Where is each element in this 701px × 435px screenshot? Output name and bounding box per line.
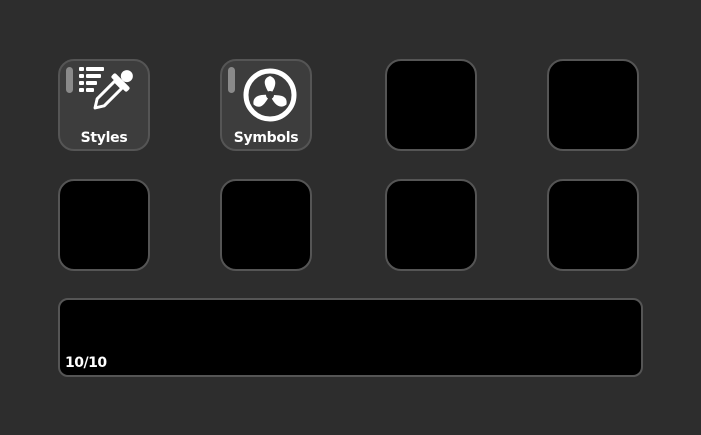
page-indicator: 10/10	[65, 355, 107, 371]
key-label: Symbols	[233, 130, 299, 146]
key-empty[interactable]	[385, 59, 477, 151]
key-indicator	[228, 67, 235, 93]
eyedropper-list-icon	[79, 67, 133, 110]
key-empty[interactable]	[220, 179, 312, 271]
key-empty[interactable]	[58, 179, 150, 271]
key-styles[interactable]: Styles	[58, 59, 150, 151]
symbols-swirl-icon	[243, 68, 297, 122]
key-label: Styles	[80, 130, 128, 146]
key-empty[interactable]	[547, 179, 639, 271]
key-empty[interactable]	[547, 59, 639, 151]
key-symbols[interactable]: Symbols	[220, 59, 312, 151]
touch-strip[interactable]: 10/10	[58, 298, 643, 377]
deck-surface: { "keys": [ {"label": "Styles", "icon": …	[0, 0, 701, 435]
key-indicator	[66, 67, 73, 93]
key-empty[interactable]	[385, 179, 477, 271]
